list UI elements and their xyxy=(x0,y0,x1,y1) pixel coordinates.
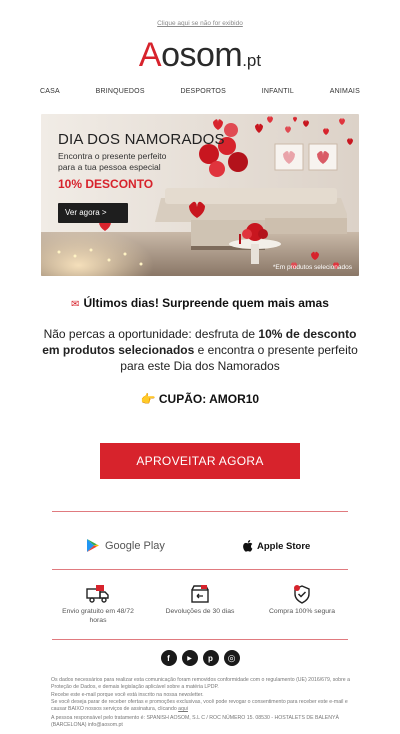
social-links: f ▶ p ◎ xyxy=(0,650,400,666)
hero-title: DIA DOS NAMORADOS xyxy=(58,131,225,148)
see-now-button[interactable]: Ver agora > xyxy=(58,203,128,223)
coupon-code: CUPÃO: AMOR10 xyxy=(158,392,260,406)
divider-middle xyxy=(52,569,348,570)
instagram-icon[interactable]: ◎ xyxy=(223,650,240,666)
nav-item-desportos[interactable]: DESPORTOS xyxy=(180,88,226,95)
hero-subtitle-line-2: para a tua pessoa especial xyxy=(58,161,161,172)
nav-item-infantil[interactable]: INFANTIL xyxy=(262,88,294,95)
nav-item-animais[interactable]: ANIMAIS xyxy=(330,88,360,95)
feature-returns-label: Devoluções de 30 dias xyxy=(165,608,235,615)
coupon-line: 👉 CUPÃO: AMOR10 xyxy=(0,392,400,406)
love-letter-icon: ✉ xyxy=(71,299,80,310)
category-nav: CASA BRINQUEDOS DESPORTOS INFANTIL ANIMA… xyxy=(40,88,360,95)
feature-shipping-line-2: horas xyxy=(89,617,107,624)
apple-store-badge[interactable]: Apple Store xyxy=(243,540,310,552)
legal-data-protection: Os dados necessários para realizar esta … xyxy=(51,677,351,690)
pinterest-icon[interactable]: p xyxy=(202,650,219,666)
legal-unsubscribe-text: Se você deseja parar de receber ofertas … xyxy=(51,699,348,713)
feature-list: Envio gratuito em 48/72 horas Devoluções… xyxy=(40,584,360,632)
hero-subtitle-line-1: Encontra o presente perfeito xyxy=(58,151,167,161)
google-play-icon xyxy=(87,539,99,552)
google-play-badge[interactable]: Google Play xyxy=(86,538,165,553)
divider-bottom xyxy=(52,639,348,640)
hero-banner[interactable]: DIA DOS NAMORADOS Encontra o presente pe… xyxy=(41,114,359,276)
legal-unsubscribe: Se você deseja parar de receber ofertas … xyxy=(51,699,361,713)
youtube-icon[interactable]: ▶ xyxy=(181,650,198,666)
headline: ✉ Últimos dias! Surpreende quem mais amas xyxy=(0,296,400,310)
feature-returns: Devoluções de 30 dias xyxy=(150,584,250,616)
apple-icon xyxy=(243,540,253,552)
logo-letter-a: A xyxy=(138,36,162,74)
apple-store-label: Apple Store xyxy=(257,540,311,552)
nav-item-brinquedos[interactable]: BRINQUEDOS xyxy=(96,88,145,95)
legal-newsletter-note: Recebe este e-mail porque você está insc… xyxy=(51,691,204,698)
hero-discount: 10% DESCONTO xyxy=(58,177,154,191)
return-box-icon xyxy=(191,585,209,603)
facebook-icon[interactable]: f xyxy=(160,650,177,666)
pointing-hand-icon: 👉 xyxy=(140,392,156,406)
google-play-label: Google Play xyxy=(105,539,165,552)
divider-top xyxy=(52,511,348,512)
feature-secure-label: Compra 100% segura xyxy=(268,608,336,615)
legal-footer: Os dados necessários para realizar esta … xyxy=(51,677,361,730)
logo-tld: .pt xyxy=(242,51,262,70)
feature-free-shipping: Envio gratuito em 48/72 horas xyxy=(48,584,148,625)
shield-check-icon xyxy=(294,585,310,604)
aosom-logo[interactable]: Aosom.pt xyxy=(0,36,400,75)
unsubscribe-link[interactable]: aqui xyxy=(178,706,188,712)
nav-item-casa[interactable]: CASA xyxy=(40,88,60,95)
body-text-start: Não percas a oportunidade: desfruta de xyxy=(43,327,259,341)
feature-secure: Compra 100% segura xyxy=(252,584,352,616)
cta-button[interactable]: APROVEITAR AGORA xyxy=(100,443,300,479)
truck-icon xyxy=(86,585,109,603)
app-store-badges: Google Play Apple Store xyxy=(0,536,400,560)
hero-subtitle: Encontra o presente perfeito para a tua … xyxy=(58,151,218,172)
body-paragraph: Não percas a oportunidade: desfruta de 1… xyxy=(40,326,360,374)
view-in-browser-link[interactable]: Clique aqui se não for exibido xyxy=(0,20,400,27)
hero-caption: *Em produtos selecionados xyxy=(272,264,352,271)
feature-shipping-line-1: Envio gratuito em 48/72 xyxy=(62,608,134,615)
headline-text: Últimos dias! Surpreende quem mais amas xyxy=(83,296,329,310)
legal-controller: A pessoa responsável pelo tratamento é: … xyxy=(51,714,339,728)
logo-wordmark: osom xyxy=(161,36,243,74)
